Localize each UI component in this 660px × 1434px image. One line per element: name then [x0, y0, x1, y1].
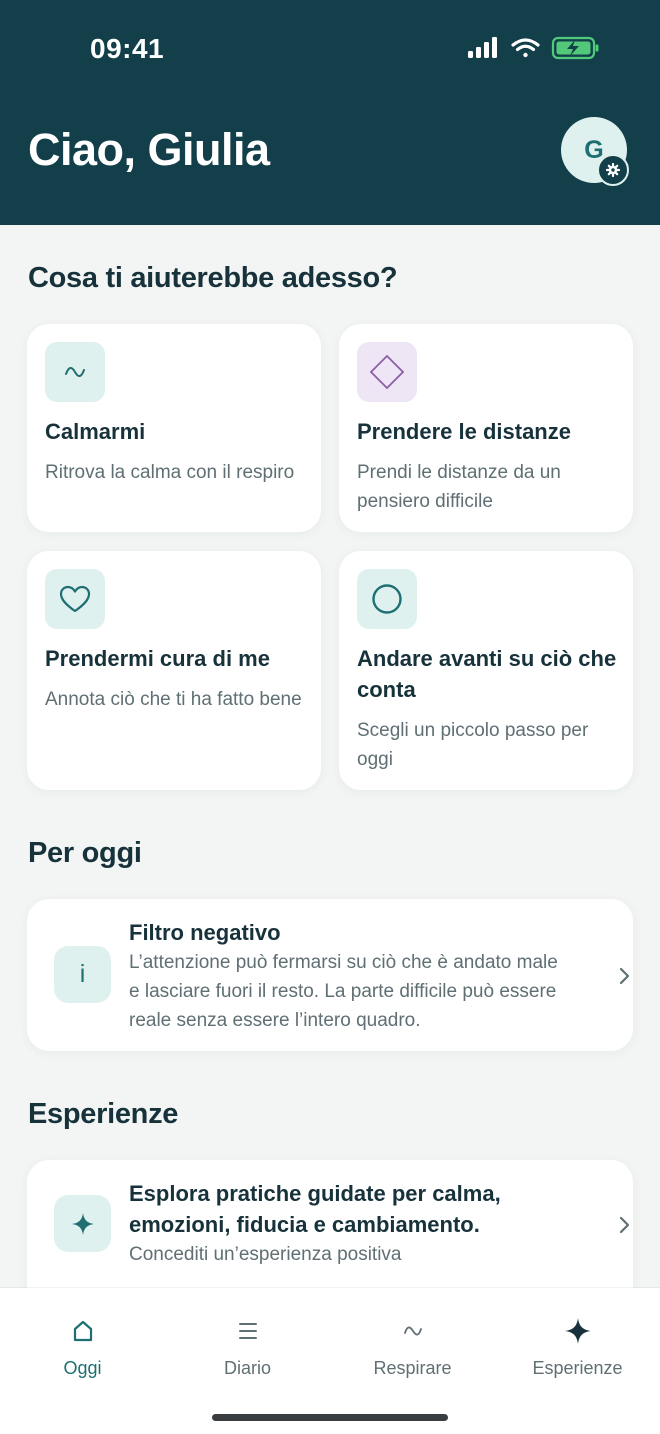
home-indicator	[212, 1414, 448, 1421]
bottom-tab-bar: Oggi Diario Respirare Esperienze	[0, 1288, 660, 1434]
chevron-right-icon	[619, 1216, 630, 1234]
sparkle-icon	[54, 1195, 111, 1252]
tile-description: Annota ciò che ti ha fatto bene	[45, 689, 302, 710]
tile-andare-avanti[interactable]: Andare avanti su ciò che conta Scegli un…	[339, 551, 633, 790]
battery-icon	[551, 36, 599, 60]
tab-diario[interactable]: Diario	[165, 1316, 330, 1379]
settings-badge[interactable]	[597, 154, 629, 186]
experiences-title: Esplora pratiche guidate per calma, emoz…	[129, 1181, 501, 1237]
tab-label: Oggi	[63, 1358, 102, 1378]
tile-title: Calmarmi	[45, 419, 146, 444]
sparkle-icon	[495, 1316, 660, 1346]
status-icons	[468, 36, 599, 60]
home-icon	[0, 1316, 165, 1346]
tab-esperienze[interactable]: Esperienze	[495, 1316, 660, 1379]
tile-description: Ritrova la calma con il respiro	[45, 462, 295, 483]
help-section-title: Cosa ti aiuterebbe adesso?	[28, 262, 398, 294]
app-header: 09:41 Ciao, Giulia G	[0, 0, 660, 225]
insight-text: L’attenzione può fermarsi su ciò che è a…	[129, 952, 558, 1031]
tab-label: Respirare	[373, 1358, 452, 1378]
tile-description: Prendi le distanze da un pensiero diffic…	[357, 462, 561, 512]
info-glyph: i	[79, 960, 86, 988]
tile-description: Scegli un piccolo passo per oggi	[357, 720, 589, 770]
tile-title: Prendere le distanze	[357, 419, 571, 444]
insight-title: Filtro negativo	[129, 920, 281, 945]
info-icon: i	[54, 946, 111, 1003]
chevron-right-icon	[619, 967, 630, 985]
tab-label: Esperienze	[532, 1358, 623, 1378]
tile-prendere-le-distanze[interactable]: Prendere le distanze Prendi le distanze …	[339, 324, 633, 532]
circle-icon	[357, 569, 417, 629]
list-icon	[165, 1316, 330, 1346]
tab-oggi[interactable]: Oggi	[0, 1316, 165, 1379]
tile-title: Andare avanti su ciò che conta	[357, 646, 617, 702]
wifi-icon	[511, 38, 540, 58]
tile-calmarmi[interactable]: Calmarmi Ritrova la calma con il respiro	[27, 324, 321, 532]
experiences-section-title: Esperienze	[28, 1098, 179, 1130]
wave-icon	[45, 342, 105, 402]
experiences-subtitle: Concediti un’esperienza positiva	[129, 1244, 402, 1265]
tab-respirare[interactable]: Respirare	[330, 1316, 495, 1379]
today-insight-card[interactable]: i Filtro negativo L’attenzione può ferma…	[27, 899, 633, 1051]
greeting-title: Ciao, Giulia	[28, 124, 270, 175]
today-section-title: Per oggi	[28, 837, 142, 869]
tile-title: Prendermi cura di me	[45, 646, 270, 671]
wave-icon	[330, 1316, 495, 1346]
tab-label: Diario	[223, 1358, 271, 1378]
signal-icon	[468, 37, 497, 58]
diamond-icon	[357, 342, 417, 402]
tile-prendermi-cura[interactable]: Prendermi cura di me Annota ciò che ti h…	[27, 551, 321, 790]
status-time: 09:41	[90, 33, 165, 64]
heart-icon	[45, 569, 105, 629]
gear-icon	[606, 163, 620, 177]
